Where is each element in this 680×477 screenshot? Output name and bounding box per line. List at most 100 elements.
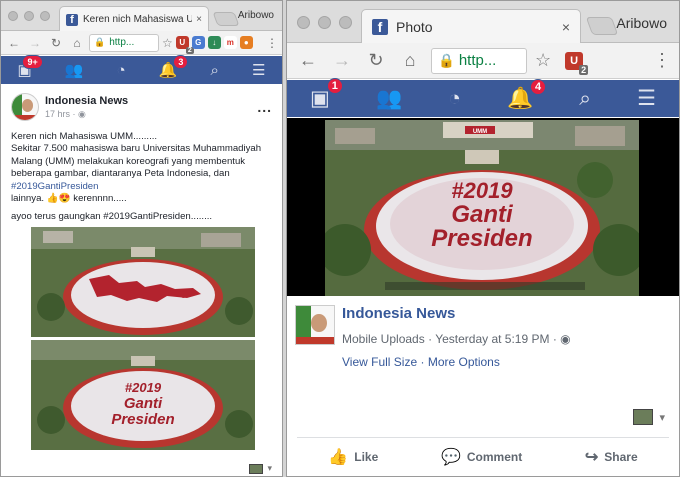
friends-icon[interactable]: 👥 (376, 87, 402, 111)
lock-icon: 🔒 (94, 37, 106, 47)
minimize-window-button[interactable] (318, 16, 331, 29)
like-button[interactable]: 👍 Like (328, 447, 378, 467)
browser-tab-photo[interactable]: f Photo × (361, 9, 581, 44)
ublock-extension-icon[interactable]: U2 (175, 36, 194, 54)
profile-name[interactable]: Aribowo (238, 10, 274, 21)
home-badge: 1 (326, 78, 343, 94)
minimize-window-button[interactable] (24, 11, 34, 21)
tab-strip: f Photo × Aribowo (287, 1, 679, 44)
page-avatar[interactable] (295, 305, 335, 345)
post-photo-text[interactable]: #2019 Ganti Presiden (31, 340, 255, 450)
bookmark-star-icon[interactable]: ☆ (535, 50, 551, 71)
zoom-window-button[interactable] (339, 16, 352, 29)
friends-icon[interactable]: 👥 (65, 61, 84, 79)
menu-icon[interactable]: ☰ (252, 61, 265, 79)
bookmark-star-icon[interactable]: ☆ (162, 36, 173, 50)
home-page-icon[interactable]: ⌂ (397, 50, 423, 71)
photo-text-line-2: Ganti (124, 395, 163, 412)
menu-icon[interactable]: ☰ (637, 86, 656, 111)
comment-icon: 💬 (440, 448, 461, 466)
notifications-icon[interactable]: 🔔 3 (159, 55, 189, 79)
new-tab-button[interactable] (212, 12, 240, 26)
facebook-top-bar: ▣ 9+ 👥 ◔ 🔔 3 ⌕ ☰ (1, 55, 282, 84)
more-options-link[interactable]: More Options (428, 355, 500, 369)
post-header: Indonesia News 17 hrs · ◉ ... (11, 93, 272, 121)
tab-close-icon[interactable]: × (196, 14, 202, 25)
share-button[interactable]: ↪ Share (585, 447, 638, 467)
reload-icon[interactable]: ↻ (363, 50, 389, 71)
post-body: Keren nich Mahasiswa UMM......... Sekita… (11, 131, 272, 224)
facebook-top-bar: ▣ 1 👥 ◔ 🔔 4 ⌕ ☰ (287, 78, 679, 117)
lock-icon: 🔒 (438, 52, 455, 68)
post-options-button[interactable]: ... (257, 99, 272, 115)
comment-button[interactable]: 💬 Comment (441, 447, 522, 467)
photo-text-line-1: #2019 (125, 380, 162, 395)
search-icon[interactable]: ⌕ (579, 87, 591, 111)
photo-text-line-3: Presiden (431, 225, 532, 252)
notifications-icon[interactable]: 🔔 4 (507, 78, 547, 111)
photo-text-line-1: #2019 (451, 178, 513, 203)
back-icon[interactable]: ← (295, 50, 321, 71)
translate-extension-icon[interactable]: G (191, 36, 205, 49)
reaction-selector[interactable]: ▾ (249, 463, 272, 474)
post-photo-map[interactable] (31, 227, 255, 337)
main-photo[interactable]: UMM #2019 Ganti Presiden (325, 120, 639, 296)
browser-menu-icon[interactable]: ⋮ (266, 36, 278, 50)
page-name-link[interactable]: Indonesia News (45, 95, 128, 107)
home-badge: 9+ (22, 55, 43, 69)
thumbs-up-icon: 👍 (328, 448, 349, 466)
gmail-extension-icon[interactable]: m (223, 36, 237, 49)
post-line-4: ayoo terus gaungkan #2019GantiPresiden..… (11, 211, 213, 223)
window-controls (8, 11, 50, 21)
forward-icon[interactable]: → (329, 50, 355, 71)
tab-close-icon[interactable]: × (562, 19, 570, 35)
close-window-button[interactable] (297, 16, 310, 29)
post-timestamp[interactable]: 17 hrs · ◉ (45, 109, 128, 120)
album-link[interactable]: Mobile Uploads (342, 332, 425, 346)
back-icon[interactable]: ← (5, 36, 23, 50)
tab-title: Keren nich Mahasiswa UMM. (83, 14, 192, 25)
reload-icon[interactable]: ↻ (47, 36, 65, 50)
home-icon[interactable]: ▣ 1 (310, 78, 343, 111)
search-icon[interactable]: ⌕ (210, 62, 218, 79)
photo-timestamp[interactable]: Yesterday at 5:19 PM (435, 332, 549, 346)
browser-toolbar: ← → ↻ ⌂ 🔒 http... ☆ U2 G ↓ m ● ⋮ (1, 31, 282, 55)
tab-title: Photo (396, 19, 433, 35)
tab-strip: f Keren nich Mahasiswa UMM. × Aribowo (1, 1, 282, 32)
home-page-icon[interactable]: ⌂ (68, 36, 86, 50)
zoom-window-button[interactable] (40, 11, 50, 21)
page-avatar[interactable] (11, 93, 39, 121)
browser-menu-icon[interactable]: ⋮ (653, 50, 671, 71)
forward-icon[interactable]: → (26, 36, 44, 50)
notifications-badge: 4 (530, 78, 547, 95)
new-tab-button[interactable] (585, 17, 619, 35)
globe-icon: ◉ (78, 108, 86, 119)
url-text: http... (458, 52, 497, 69)
profile-name[interactable]: Aribowo (616, 15, 667, 31)
post-line-1: Keren nich Mahasiswa UMM......... (11, 131, 158, 142)
photo-text-line-3: Presiden (111, 411, 174, 428)
post-line-2: Sekitar 7.500 mahasiswa baru Universitas… (11, 143, 262, 180)
messenger-icon[interactable]: ◔ (117, 62, 126, 79)
chevron-down-icon: ▾ (267, 463, 272, 473)
photo-links: View Full Size · More Options (342, 355, 500, 369)
page-name-link[interactable]: Indonesia News (342, 305, 455, 322)
reaction-selector[interactable]: ▾ (633, 409, 665, 425)
close-window-button[interactable] (8, 11, 18, 21)
view-full-size-link[interactable]: View Full Size (342, 355, 417, 369)
post-action-bar: 👍 Like 💬 Comment ↪ Share (297, 437, 669, 475)
browser-tab-post[interactable]: f Keren nich Mahasiswa UMM. × (59, 6, 209, 32)
share-icon: ↪ (584, 448, 599, 466)
address-bar[interactable]: 🔒 http... (89, 33, 159, 52)
rss-extension-icon[interactable]: ● (239, 36, 253, 49)
photo-viewer: UMM #2019 Ganti Presiden (287, 118, 679, 296)
address-bar[interactable]: 🔒 http... (431, 47, 527, 74)
messenger-icon[interactable]: ◔ (448, 87, 461, 111)
download-extension-icon[interactable]: ↓ (207, 36, 221, 49)
hashtag-link[interactable]: #2019GantiPresiden (11, 181, 98, 192)
ublock-extension-icon[interactable]: U2 (565, 51, 589, 75)
url-text: http... (109, 37, 135, 48)
home-icon[interactable]: ▣ 9+ (18, 55, 43, 79)
right-browser-window: f Photo × Aribowo ← → ↻ ⌂ 🔒 http... ☆ U2… (286, 0, 680, 477)
post-line-3: lainnya. 👍😍 kerennnn..... (11, 193, 127, 205)
